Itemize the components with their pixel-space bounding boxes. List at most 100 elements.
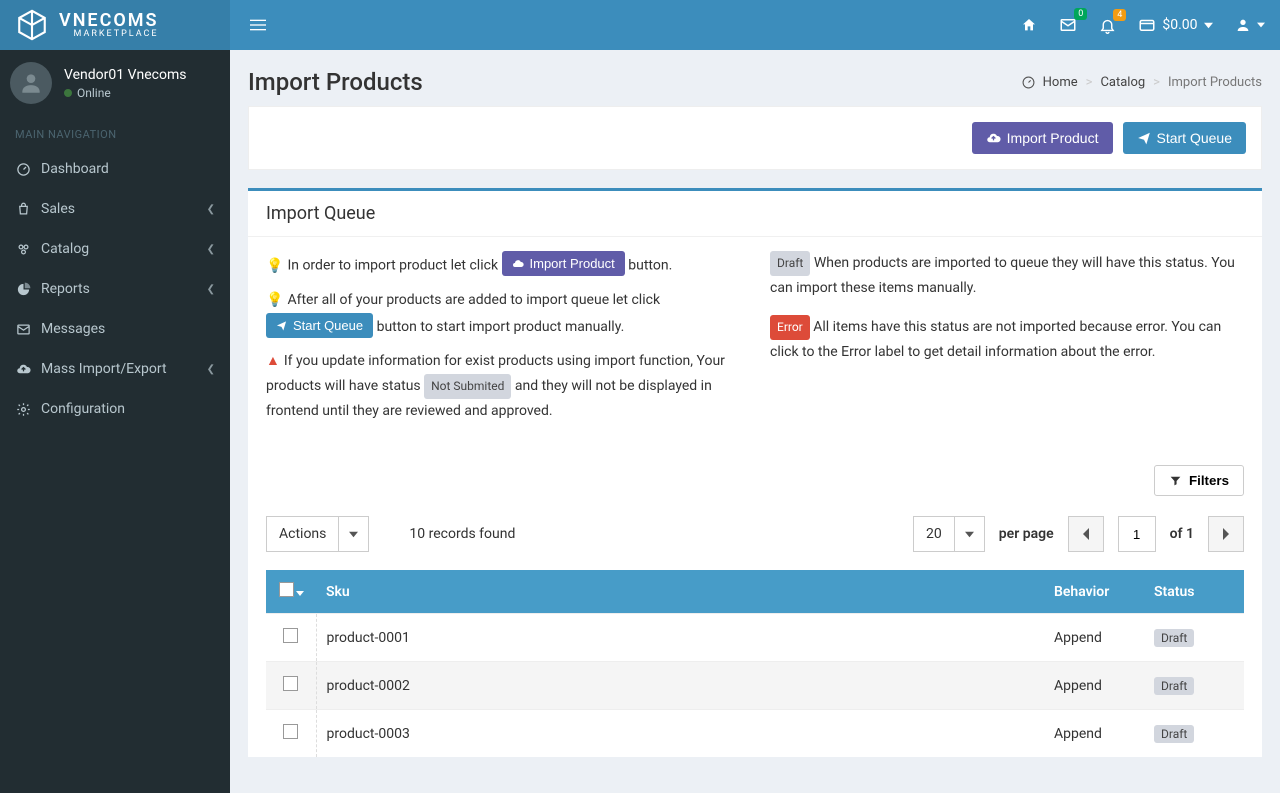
sku-cell: product-0002 <box>316 662 1044 710</box>
nav-icon <box>15 362 31 377</box>
nav-icon <box>15 322 31 337</box>
nav-icon <box>15 402 31 417</box>
content-header: Import Products Home > Catalog > Import … <box>230 50 1280 106</box>
inline-import-button[interactable]: Import Product <box>502 251 625 276</box>
logo-icon <box>15 8 49 42</box>
sidebar-item-reports[interactable]: Reports❮ <box>0 269 230 309</box>
messages-link[interactable]: 0 <box>1059 16 1077 34</box>
brand-subtitle: MARKETPLACE <box>59 30 159 39</box>
table-row: product-0001AppendDraft <box>266 614 1244 662</box>
warning-note: ▲If you update information for exist pro… <box>266 349 740 423</box>
draft-description: Draft When products are imported to queu… <box>770 251 1244 301</box>
caret-down-icon <box>1257 21 1265 29</box>
page-input[interactable] <box>1118 516 1156 552</box>
chevron-left-icon: ❮ <box>207 284 215 295</box>
page-title: Import Products <box>248 68 423 96</box>
user-menu[interactable] <box>1235 17 1265 33</box>
breadcrumb-home[interactable]: Home <box>1043 75 1078 90</box>
error-description: Error All items have this status are not… <box>770 315 1244 365</box>
nav-label: Dashboard <box>41 161 109 177</box>
sku-header[interactable]: Sku <box>316 570 1044 614</box>
nav-header: MAIN NAVIGATION <box>0 116 230 149</box>
action-bar: Import Product Start Queue <box>248 106 1262 170</box>
start-queue-button[interactable]: Start Queue <box>1123 122 1247 154</box>
user-status: Online <box>64 86 187 100</box>
menu-toggle[interactable] <box>245 12 271 38</box>
status-dot-icon <box>64 89 72 97</box>
next-page-button[interactable] <box>1208 516 1244 552</box>
notifications-badge: 4 <box>1113 9 1126 21</box>
topbar: 0 4 $0.00 <box>230 0 1280 50</box>
lightbulb-icon: 💡 <box>266 292 283 308</box>
filters-button[interactable]: Filters <box>1154 465 1244 496</box>
sidebar-item-catalog[interactable]: Catalog ❮ <box>0 229 230 269</box>
import-product-button[interactable]: Import Product <box>972 122 1113 154</box>
tip-2: 💡After all of your products are added to… <box>266 288 740 339</box>
brand-name: VNECOMS <box>59 12 159 30</box>
row-checkbox[interactable] <box>283 676 298 691</box>
sku-cell: product-0003 <box>316 710 1044 758</box>
nav-list: DashboardSales❮Catalog❮Reports❮MessagesM… <box>0 149 230 429</box>
brand-logo[interactable]: VNECOMS MARKETPLACE <box>0 0 230 50</box>
home-icon <box>1021 17 1037 33</box>
chevron-left-icon: ❮ <box>207 364 215 375</box>
behavior-header[interactable]: Behavior <box>1044 570 1144 614</box>
breadcrumb-catalog[interactable]: Catalog <box>1100 75 1145 90</box>
sidebar-item-configuration[interactable]: Configuration <box>0 389 230 429</box>
caret-down-icon <box>296 591 304 596</box>
balance-amount: $0.00 <box>1162 17 1197 33</box>
table-row: product-0003Append Draft <box>266 710 1244 758</box>
per-page-label: per page <box>999 526 1054 542</box>
panel-title: Import Queue <box>248 191 1262 237</box>
status-badge: Draft <box>1154 677 1194 695</box>
nav-label: Catalog <box>41 241 89 257</box>
draft-pill: Draft <box>770 251 810 276</box>
error-pill: Error <box>770 315 810 340</box>
nav-label: Sales <box>41 201 75 217</box>
nav-icon <box>15 242 31 257</box>
select-all-header[interactable] <box>266 570 316 614</box>
avatar[interactable] <box>10 62 52 104</box>
per-page-select[interactable]: 20 <box>913 516 985 552</box>
nav-label: Messages <box>41 321 105 337</box>
behavior-cell: Append <box>1044 614 1144 662</box>
sidebar: VNECOMS MARKETPLACE Vendor01 Vnecoms Onl… <box>0 0 230 793</box>
nav-label: Mass Import/Export <box>41 361 167 377</box>
balance-menu[interactable]: $0.00 <box>1138 16 1212 34</box>
sidebar-item-sales[interactable]: Sales❮ <box>0 189 230 229</box>
plane-icon <box>276 320 287 331</box>
dashboard-icon <box>1022 76 1035 89</box>
row-checkbox[interactable] <box>283 628 298 643</box>
table-row: product-0002Append Draft <box>266 662 1244 710</box>
chevron-left-icon: ❮ <box>207 244 215 255</box>
status-header[interactable]: Status <box>1144 570 1244 614</box>
sidebar-item-dashboard[interactable]: Dashboard <box>0 149 230 189</box>
row-checkbox[interactable] <box>283 724 298 739</box>
prev-page-button[interactable] <box>1068 516 1104 552</box>
actions-select[interactable]: Actions <box>266 516 369 552</box>
behavior-cell: Append <box>1044 710 1144 758</box>
cloud-upload-icon <box>986 131 1001 146</box>
not-submitted-pill: Not Submited <box>424 374 511 399</box>
caret-down-icon <box>349 530 358 539</box>
page-total: of 1 <box>1170 526 1194 542</box>
chevron-right-icon <box>1222 528 1230 540</box>
hamburger-icon <box>250 17 266 33</box>
home-link[interactable] <box>1021 17 1037 33</box>
breadcrumb: Home > Catalog > Import Products <box>1022 75 1262 90</box>
breadcrumb-current: Import Products <box>1168 75 1262 90</box>
cloud-upload-icon <box>512 258 524 270</box>
status-badge: Draft <box>1154 725 1194 743</box>
notifications-link[interactable]: 4 <box>1099 17 1116 34</box>
status-badge: Draft <box>1154 629 1194 647</box>
behavior-cell: Append <box>1044 662 1144 710</box>
sidebar-item-mass-import-export[interactable]: Mass Import/Export ❮ <box>0 349 230 389</box>
user-name: Vendor01 Vnecoms <box>64 67 187 83</box>
user-panel: Vendor01 Vnecoms Online <box>0 50 230 116</box>
nav-icon <box>15 282 31 297</box>
inline-start-queue-button[interactable]: Start Queue <box>266 313 373 338</box>
nav-icon <box>15 162 31 177</box>
products-table: Sku Behavior Status product-0001AppendDr… <box>266 570 1244 757</box>
sidebar-item-messages[interactable]: Messages <box>0 309 230 349</box>
records-count: 10 records found <box>409 526 515 542</box>
